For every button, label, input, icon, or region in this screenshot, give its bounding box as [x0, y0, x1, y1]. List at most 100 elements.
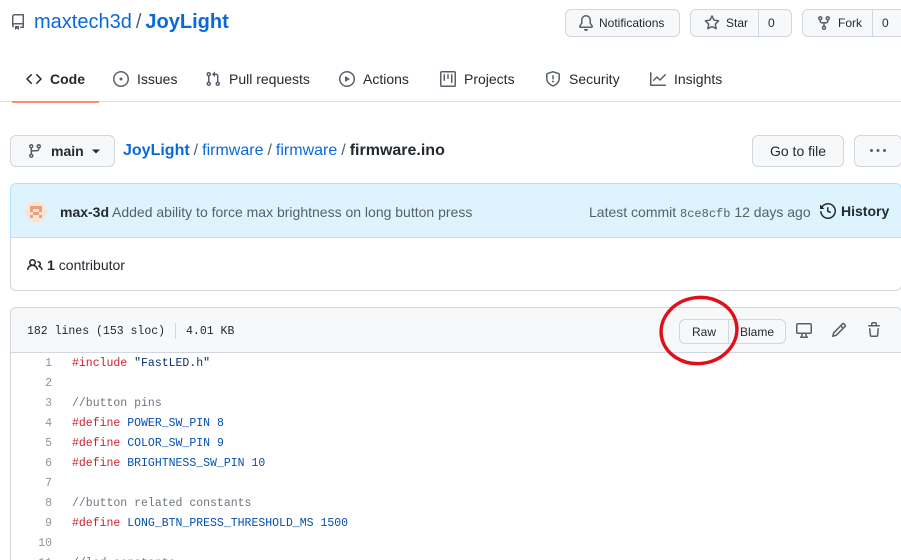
branch-name: main [51, 143, 84, 159]
history-link[interactable]: History [820, 203, 889, 219]
graph-icon [650, 72, 666, 86]
avatar[interactable] [25, 201, 47, 223]
code-line: 9 #define LONG_BTN_PRESS_THRESHOLD_MS 150… [11, 514, 901, 534]
code-line: 2 [11, 374, 901, 394]
latest-commit-label: Latest commit [589, 204, 677, 220]
project-icon [440, 71, 456, 87]
breadcrumb-repo-link[interactable]: JoyLight [123, 142, 190, 159]
line-number[interactable]: 4 [11, 414, 52, 434]
line-number[interactable]: 3 [11, 394, 52, 414]
repo-header: maxtech3d / JoyLight Notifications Star 0 … [0, 0, 901, 46]
code-token: #define [72, 457, 121, 470]
branch-icon [28, 144, 41, 159]
repo-name-link[interactable]: JoyLight [145, 11, 228, 33]
code-token: 8 [216, 417, 224, 430]
line-number[interactable]: 2 [11, 374, 52, 394]
raw-button[interactable]: Raw [679, 319, 729, 344]
repo-owner-link[interactable]: maxtech3d [34, 11, 132, 33]
pencil-icon[interactable] [831, 322, 847, 338]
tab-issues-label: Issues [137, 71, 178, 87]
code-token: #define [72, 417, 121, 430]
line-number[interactable]: 1 [11, 354, 52, 374]
branch-selector[interactable]: main [10, 135, 115, 167]
file-viewer: 182 lines (153 sloc) 4.01 KB Raw Blame 1… [10, 307, 901, 560]
line-number[interactable]: 5 [11, 434, 52, 454]
file-header: 182 lines (153 sloc) 4.01 KB Raw Blame [11, 308, 901, 353]
blame-button[interactable]: Blame [728, 319, 786, 344]
star-count[interactable]: 0 [759, 10, 783, 36]
file-size: 4.01 KB [186, 324, 235, 338]
star-button[interactable]: Star 0 [690, 9, 792, 37]
tab-issues[interactable]: Issues [113, 56, 177, 102]
fork-icon [818, 16, 830, 31]
history-label: History [841, 203, 890, 219]
more-options-button[interactable] [854, 135, 901, 167]
code-line: 8 //button related constants [11, 494, 901, 514]
breadcrumb-subfolder-link[interactable]: firmware [276, 142, 337, 159]
code-content: //led constants [72, 554, 176, 560]
tab-code[interactable]: Code [12, 56, 99, 103]
desktop-icon[interactable] [796, 322, 812, 338]
line-number[interactable]: 7 [11, 474, 52, 494]
code-line: 7 [11, 474, 901, 494]
commit-sha-link[interactable]: 8ce8cfb [680, 207, 730, 221]
go-to-file-button[interactable]: Go to file [752, 135, 844, 167]
code-content: //button related constants [72, 494, 251, 514]
repo-title: maxtech3d / JoyLight [34, 11, 229, 34]
tab-insights-label: Insights [674, 71, 723, 87]
contributors-label: contributor [58, 257, 125, 273]
tab-security[interactable]: Security [545, 56, 620, 102]
line-number[interactable]: 8 [11, 494, 52, 514]
contributors-box: 1 contributor [10, 237, 901, 291]
breadcrumb-separator: / [341, 142, 346, 159]
pull-request-icon [206, 71, 221, 87]
fork-label: Fork [838, 16, 862, 30]
star-icon [704, 15, 720, 30]
line-number[interactable]: 6 [11, 454, 52, 474]
file-info: 182 lines (153 sloc) 4.01 KB [27, 323, 234, 339]
commit-message-link[interactable]: Added ability to force max brightness on… [112, 204, 472, 220]
code-token: "FastLED.h" [134, 357, 211, 370]
code-content: #define LONG_BTN_PRESS_THRESHOLD_MS 1500 [72, 514, 348, 534]
star-segment[interactable]: Star [691, 10, 760, 36]
latest-commit-box: max-3d Added ability to force max bright… [10, 183, 901, 238]
commit-author-link[interactable]: max-3d [60, 204, 109, 220]
repo-nav-tabs: Code Issues Pull requests Actions Projec… [0, 56, 901, 103]
people-icon [27, 258, 43, 271]
code-token: COLOR_SW_PIN [127, 437, 211, 450]
tab-projects[interactable]: Projects [440, 56, 515, 102]
contributors-link[interactable]: 1 contributor [27, 257, 125, 273]
code-line: 5 #define COLOR_SW_PIN 9 [11, 434, 901, 454]
code-listing: 1 #include "FastLED.h" 2 3 //button pins 4 #de… [11, 354, 901, 560]
line-number[interactable]: 11 [11, 554, 52, 560]
code-content: #define POWER_SW_PIN 8 [72, 414, 224, 434]
notifications-label: Notifications [599, 16, 665, 30]
code-line: 10 [11, 534, 901, 554]
code-token: //button related constants [72, 497, 252, 510]
fork-count[interactable]: 0 [873, 10, 897, 36]
code-content: //button pins [72, 394, 162, 414]
tab-actions[interactable]: Actions [339, 56, 409, 102]
line-number[interactable]: 10 [11, 534, 52, 554]
code-line: 11 //led constants [11, 554, 901, 560]
code-token: #define [72, 437, 121, 450]
tab-security-label: Security [569, 71, 620, 87]
tab-insights[interactable]: Insights [650, 56, 722, 102]
trash-icon[interactable] [866, 322, 882, 338]
history-icon [820, 203, 836, 219]
fork-button[interactable]: Fork 0 [802, 9, 901, 37]
breadcrumb-separator: / [193, 142, 199, 159]
breadcrumb-folder-link[interactable]: firmware [202, 142, 263, 159]
tab-pull-requests[interactable]: Pull requests [205, 56, 310, 102]
fork-segment[interactable]: Fork [803, 10, 873, 36]
tab-actions-label: Actions [363, 71, 409, 87]
commit-age: 12 days ago [734, 204, 811, 220]
repo-separator: / [135, 11, 142, 33]
shield-icon [546, 71, 560, 87]
line-number[interactable]: 9 [11, 514, 52, 534]
notifications-button[interactable]: Notifications [565, 9, 680, 37]
kebab-horizontal-icon [870, 149, 886, 152]
code-line: 6 #define BRIGHTNESS_SW_PIN 10 [11, 454, 901, 474]
breadcrumb-file-name: firmware.ino [349, 142, 445, 159]
